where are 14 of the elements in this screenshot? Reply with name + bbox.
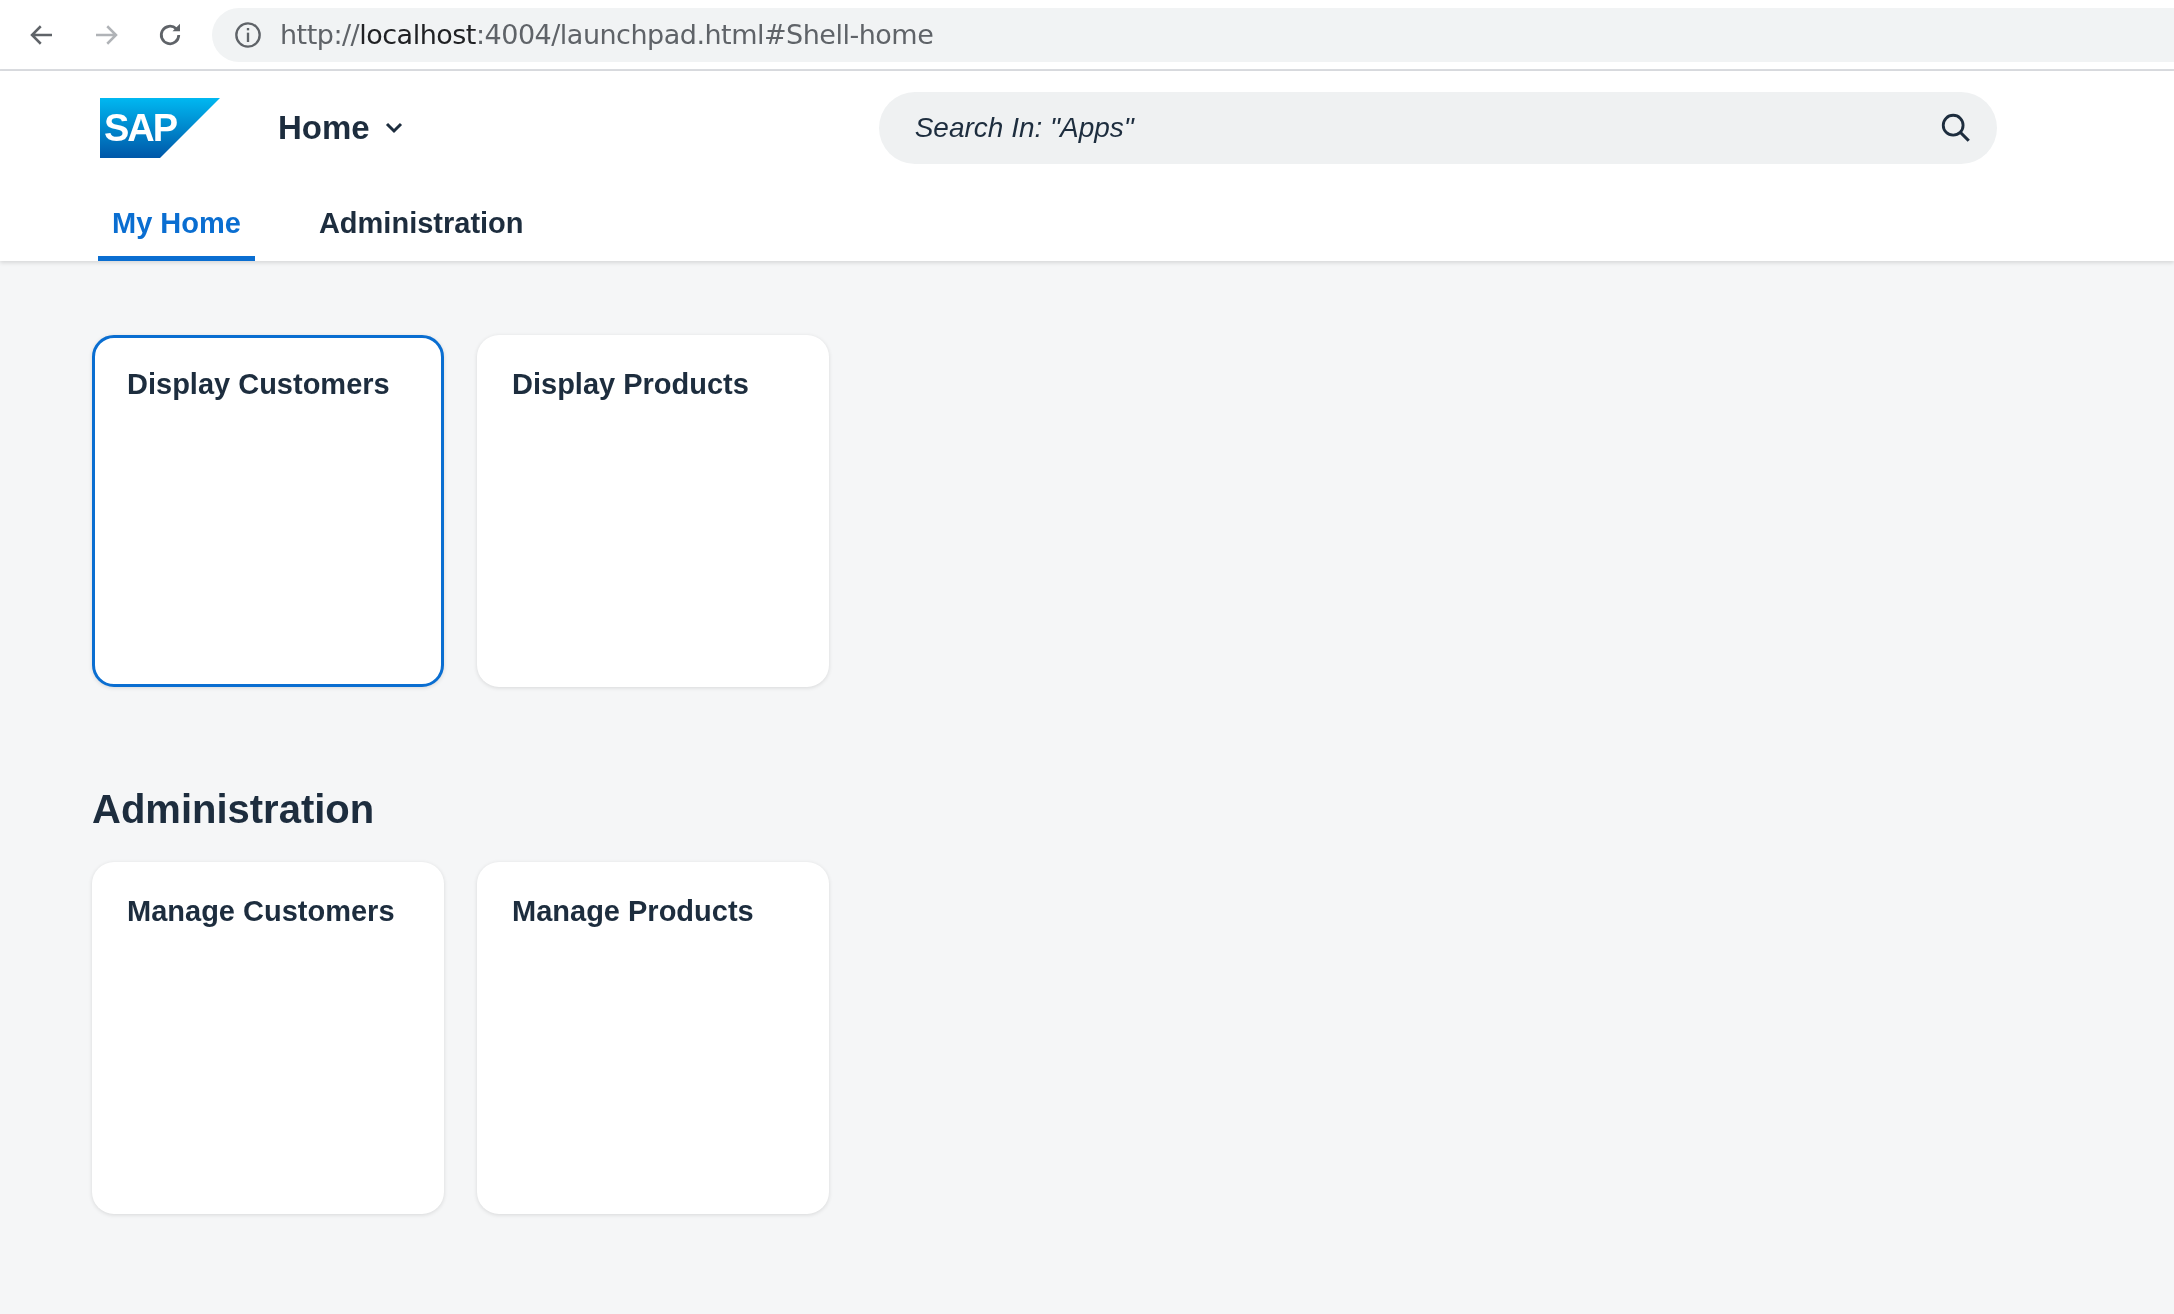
chevron-down-icon [383, 121, 404, 135]
app-tile[interactable]: Display Customers [92, 335, 444, 687]
address-bar[interactable]: http://localhost:4004/launchpad.html#Shell-home [212, 7, 2174, 62]
app-tile[interactable]: Manage Products [477, 862, 829, 1214]
app-tile[interactable]: Display Products [477, 335, 829, 687]
info-icon [234, 20, 262, 49]
section-heading: Administration [92, 787, 376, 832]
tab[interactable]: Administration [304, 185, 538, 261]
url-text: http://localhost:4004/launchpad.html#Shell-home [280, 19, 934, 50]
tab[interactable]: My Home [98, 185, 255, 261]
app-tile[interactable]: Manage Customers [92, 862, 444, 1214]
sap-logo[interactable]: SAP [100, 98, 220, 158]
home-menu[interactable]: Home [278, 109, 404, 147]
search-field[interactable]: Search In: "Apps" [878, 92, 1997, 164]
